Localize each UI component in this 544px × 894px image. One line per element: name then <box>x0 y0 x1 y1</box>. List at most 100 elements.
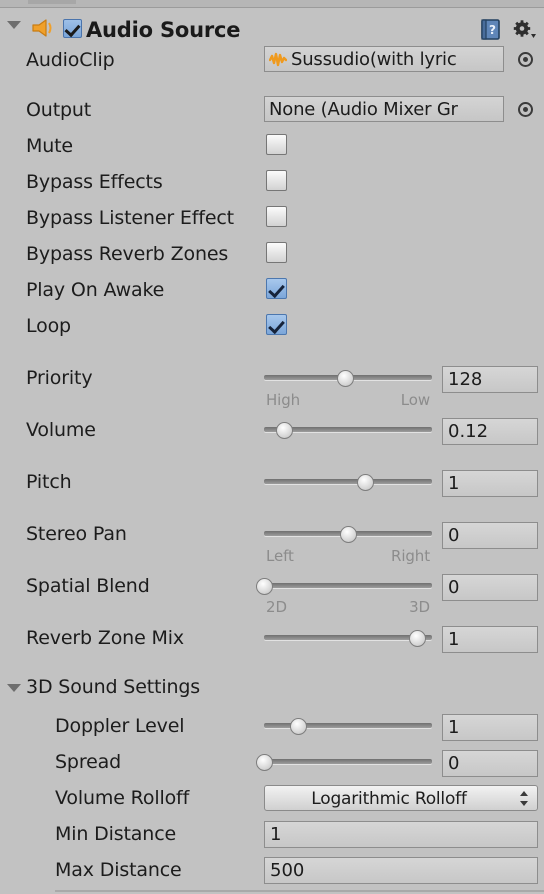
loop-checkbox[interactable] <box>266 314 287 335</box>
priority-value: 128 <box>448 369 483 390</box>
spatial-blend-value-field[interactable]: 0 <box>442 574 538 601</box>
audioclip-picker-icon[interactable] <box>518 52 533 67</box>
component-header: Audio Source ? <box>0 8 544 42</box>
section-3d-sound-settings-header[interactable]: 3D Sound Settings <box>0 676 544 706</box>
volume-rolloff-value: Logarithmic Rolloff <box>311 789 467 809</box>
spatial-blend-value: 0 <box>448 577 460 598</box>
row-spatial-blend: Spatial Blend 2D 3D 0 <box>0 573 544 617</box>
spread-slider-track <box>264 759 432 764</box>
reverb-zone-mix-slider[interactable] <box>264 630 432 647</box>
priority-slider[interactable] <box>264 370 432 387</box>
stereo-pan-slider[interactable] <box>264 526 432 543</box>
reverb-zone-mix-value-field[interactable]: 1 <box>442 626 538 653</box>
doppler-level-slider[interactable] <box>264 718 432 735</box>
priority-label: Priority <box>26 367 93 389</box>
gear-icon[interactable] <box>512 20 536 40</box>
mute-checkbox[interactable] <box>266 134 287 155</box>
priority-slider-knob[interactable] <box>336 370 354 387</box>
priority-min-label: High <box>266 391 301 409</box>
stereo-pan-max-label: Right <box>391 547 430 565</box>
row-spread: Spread 0 <box>0 749 544 781</box>
max-distance-label: Max Distance <box>55 859 182 881</box>
spread-label: Spread <box>55 751 122 773</box>
chevron-down-icon[interactable] <box>7 21 21 29</box>
panel-tab-fragment <box>28 0 76 4</box>
row-bypass-reverb-zones: Bypass Reverb Zones <box>0 241 544 269</box>
pitch-value-field[interactable]: 1 <box>442 470 538 497</box>
spread-slider[interactable] <box>256 754 432 771</box>
chevron-updown-icon <box>520 791 529 806</box>
row-reverb-zone-mix: Reverb Zone Mix 1 <box>0 625 544 657</box>
row-min-distance: Min Distance 1 <box>0 821 544 851</box>
priority-value-field[interactable]: 128 <box>442 366 538 393</box>
bypass-effects-label: Bypass Effects <box>26 171 163 193</box>
spread-value-field[interactable]: 0 <box>442 750 538 777</box>
audioclip-label: AudioClip <box>26 49 115 71</box>
volume-label: Volume <box>26 419 96 441</box>
help-book-icon[interactable]: ? <box>481 19 501 40</box>
row-doppler-level: Doppler Level 1 <box>0 713 544 745</box>
play-on-awake-checkbox[interactable] <box>266 278 287 299</box>
pitch-slider-track <box>264 479 432 484</box>
play-on-awake-label: Play On Awake <box>26 279 165 301</box>
volume-rolloff-dropdown[interactable]: Logarithmic Rolloff <box>264 785 538 811</box>
pitch-slider[interactable] <box>264 474 432 491</box>
mute-label: Mute <box>26 135 73 157</box>
volume-slider-knob[interactable] <box>276 422 294 439</box>
doppler-level-value-field[interactable]: 1 <box>442 714 538 741</box>
output-value: None (Audio Mixer Gr <box>269 99 458 120</box>
volume-value: 0.12 <box>448 421 489 442</box>
min-distance-field[interactable]: 1 <box>264 821 538 848</box>
output-picker-icon[interactable] <box>518 102 533 117</box>
stereo-pan-value-field[interactable]: 0 <box>442 522 538 549</box>
row-audioclip: AudioClip Sussudio(with lyric <box>0 45 544 77</box>
max-distance-field[interactable]: 500 <box>264 857 538 884</box>
pitch-value: 1 <box>448 473 460 494</box>
speaker-icon <box>32 19 52 37</box>
min-distance-value: 1 <box>270 824 282 845</box>
bypass-effects-checkbox[interactable] <box>266 170 287 191</box>
stereo-pan-label: Stereo Pan <box>26 523 127 545</box>
panel-top-edge <box>0 0 544 8</box>
spread-value: 0 <box>448 753 460 774</box>
chevron-down-icon-3d[interactable] <box>7 684 21 692</box>
output-label: Output <box>26 99 92 121</box>
spatial-blend-max-label: 3D <box>409 598 430 616</box>
row-volume-rolloff: Volume Rolloff Logarithmic Rolloff <box>0 785 544 815</box>
audioclip-field[interactable]: Sussudio(with lyric <box>264 46 504 72</box>
doppler-level-slider-knob[interactable] <box>289 718 307 735</box>
bypass-listener-effect-checkbox[interactable] <box>266 206 287 227</box>
stereo-pan-value: 0 <box>448 525 460 546</box>
volume-rolloff-label: Volume Rolloff <box>55 787 190 809</box>
reverb-zone-mix-slider-track <box>264 635 432 640</box>
component-enabled-checkbox[interactable] <box>63 19 82 38</box>
cutoff-divider <box>55 890 544 892</box>
row-stereo-pan: Stereo Pan Left Right 0 <box>0 521 544 565</box>
bypass-reverb-zones-checkbox[interactable] <box>266 242 287 263</box>
volume-slider[interactable] <box>264 422 432 439</box>
max-distance-value: 500 <box>270 860 305 881</box>
spatial-blend-slider-knob[interactable] <box>256 578 273 595</box>
row-bypass-effects: Bypass Effects <box>0 169 544 197</box>
pitch-label: Pitch <box>26 471 72 493</box>
reverb-zone-mix-label: Reverb Zone Mix <box>26 627 184 649</box>
pitch-slider-knob[interactable] <box>356 474 374 491</box>
reverb-zone-mix-value: 1 <box>448 629 460 650</box>
audio-source-inspector: Audio Source ? AudioClip Sussudio(with l… <box>0 0 544 894</box>
spatial-blend-slider[interactable] <box>256 578 432 595</box>
stereo-pan-slider-knob[interactable] <box>340 526 357 543</box>
row-priority: Priority High Low 128 <box>0 365 544 409</box>
stereo-pan-min-label: Left <box>266 547 294 565</box>
priority-max-label: Low <box>400 391 430 409</box>
volume-value-field[interactable]: 0.12 <box>442 418 538 445</box>
row-mute: Mute <box>0 133 544 161</box>
bypass-listener-effect-label: Bypass Listener Effect <box>26 207 234 229</box>
audio-clip-icon <box>269 52 287 67</box>
spread-slider-knob[interactable] <box>256 754 273 771</box>
row-bypass-listener-effect: Bypass Listener Effect <box>0 205 544 233</box>
bypass-reverb-zones-label: Bypass Reverb Zones <box>26 243 229 265</box>
reverb-zone-mix-slider-knob[interactable] <box>408 630 426 647</box>
row-output: Output None (Audio Mixer Gr <box>0 95 544 127</box>
doppler-level-label: Doppler Level <box>55 715 185 737</box>
output-field[interactable]: None (Audio Mixer Gr <box>264 96 504 122</box>
